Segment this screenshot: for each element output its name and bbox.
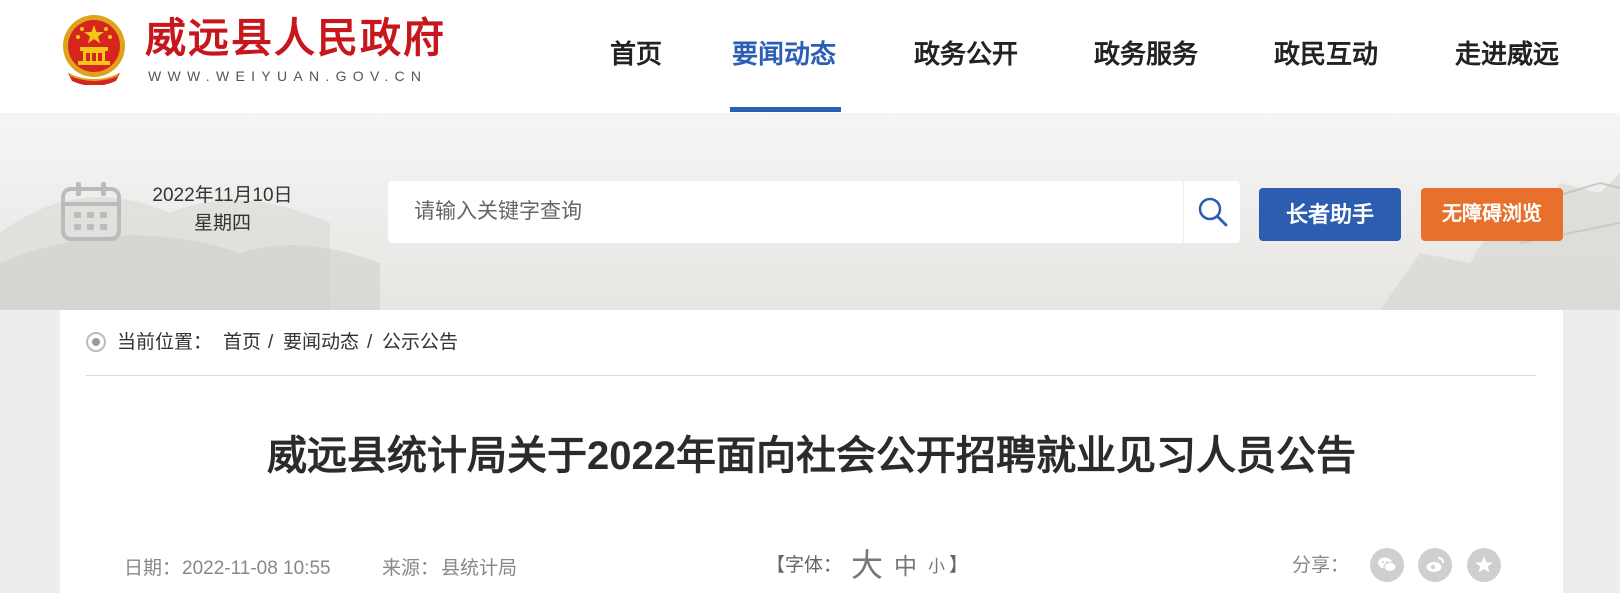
breadcrumb-separator: / — [367, 332, 373, 353]
publish-date: 2022-11-08 10:55 — [182, 558, 331, 579]
elder-assistant-button[interactable]: 长者助手 — [1259, 188, 1401, 241]
font-size-close: 】 — [949, 555, 969, 576]
site-url: WWW.WEIYUAN.GOV.CN — [148, 68, 428, 84]
favorite-icon — [1475, 556, 1493, 573]
font-medium-button[interactable]: 中 — [894, 548, 917, 584]
breadcrumb-separator: / — [268, 332, 274, 353]
nav-active-indicator — [730, 107, 841, 112]
nav-gov-services[interactable]: 政务服务 — [1094, 34, 1198, 74]
breadcrumb-news[interactable]: 要闻动态 — [283, 331, 359, 355]
search-input[interactable] — [388, 181, 1183, 243]
search-button[interactable] — [1183, 181, 1240, 243]
source-label: 来源： — [382, 558, 440, 579]
favorite-share-button[interactable] — [1467, 548, 1501, 582]
current-date: 2022年11月10日 — [152, 185, 293, 206]
publish-date-label: 日期： — [124, 558, 182, 579]
site-name: 威远县人民政府 — [145, 15, 446, 61]
accessibility-button[interactable]: 无障碍浏览 — [1421, 188, 1563, 241]
article-title: 威远县统计局关于2022年面向社会公开招聘就业见习人员公告 — [267, 434, 1356, 478]
calendar-icon — [61, 182, 121, 241]
weibo-share-button[interactable] — [1418, 548, 1452, 582]
breadcrumb-label: 当前位置： — [117, 332, 213, 353]
font-small-button[interactable]: 小 — [928, 550, 945, 584]
current-weekday: 星期四 — [193, 213, 251, 234]
weibo-icon — [1426, 557, 1444, 572]
wechat-share-button[interactable] — [1370, 548, 1404, 582]
search-icon — [1198, 197, 1228, 227]
nav-about-weiyuan[interactable]: 走进威远 — [1455, 34, 1559, 74]
font-size-label: 【字体： — [766, 555, 843, 576]
nav-interaction[interactable]: 政民互动 — [1274, 34, 1378, 74]
nav-home[interactable]: 首页 — [610, 34, 662, 74]
site-header: 威远县人民政府 WWW.WEIYUAN.GOV.CN 首页 要闻动态 政务公开 … — [0, 0, 1620, 113]
nav-gov-affairs-open[interactable]: 政务公开 — [914, 34, 1018, 74]
breadcrumb-home[interactable]: 首页 — [223, 331, 261, 355]
location-icon — [86, 332, 106, 352]
nav-news[interactable]: 要闻动态 — [732, 34, 836, 74]
font-size-control: 【字体： 大 中 小 】 — [766, 545, 976, 585]
share-label: 分享： — [1292, 555, 1350, 576]
font-large-button[interactable]: 大 — [851, 545, 883, 585]
breadcrumb-notices[interactable]: 公示公告 — [382, 331, 458, 355]
source-value: 县统计局 — [441, 558, 518, 579]
national-emblem-icon — [63, 15, 125, 85]
breadcrumb-divider — [86, 375, 1536, 376]
wechat-icon — [1378, 557, 1397, 572]
